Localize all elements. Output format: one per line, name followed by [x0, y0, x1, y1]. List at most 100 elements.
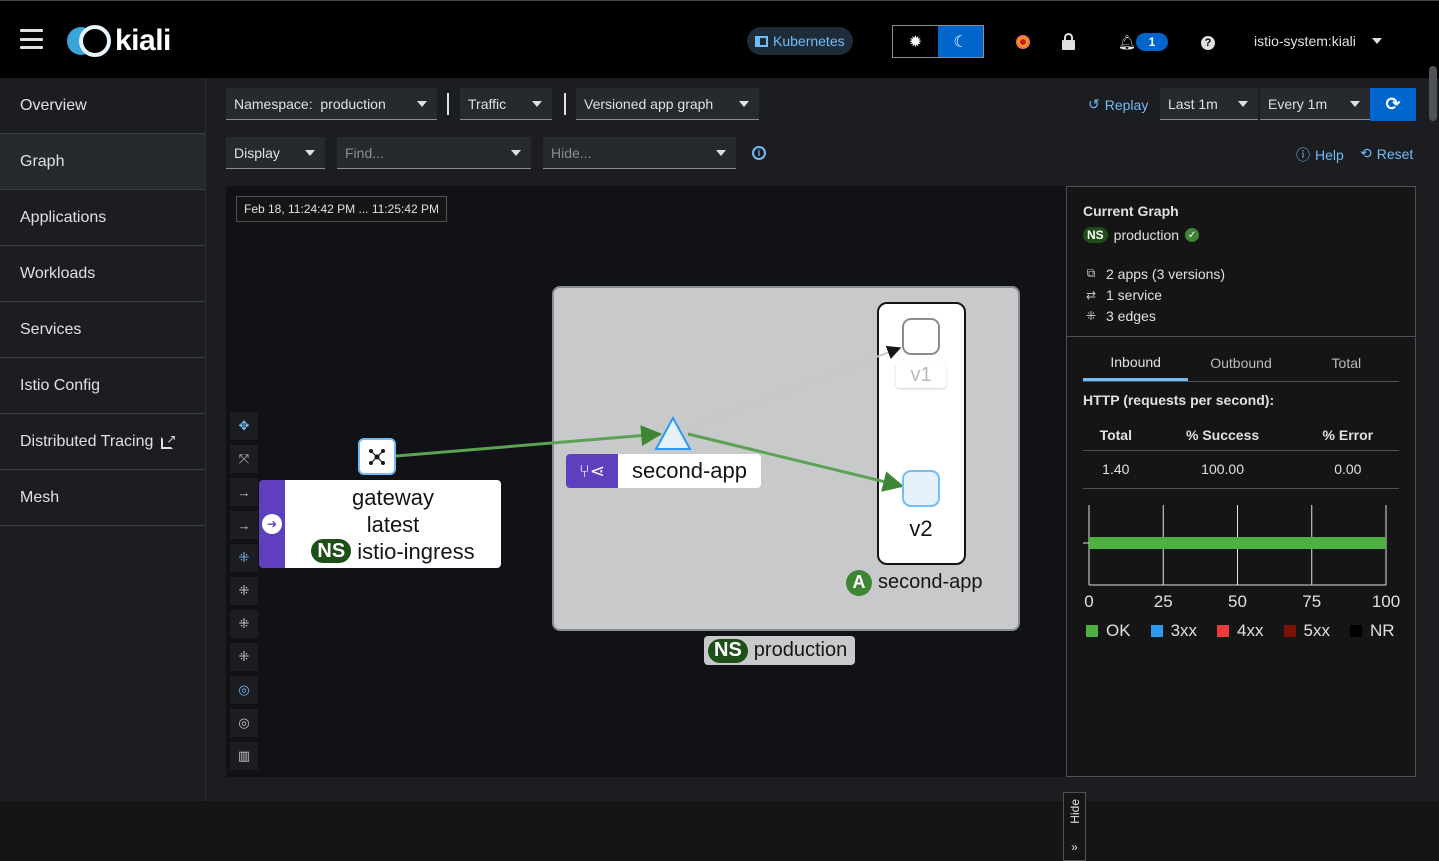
table-header: % Success — [1148, 420, 1297, 451]
kiali-logo[interactable]: kiali — [67, 24, 171, 58]
chart-tick-label: 50 — [1228, 592, 1247, 611]
traffic-select[interactable]: Traffic — [460, 88, 552, 120]
hide-panel-tab[interactable]: Hide » — [1063, 792, 1086, 861]
notification-count-badge[interactable]: 1 — [1136, 33, 1168, 51]
sidebar-item-mesh[interactable]: Mesh — [0, 470, 205, 526]
table-header: Total — [1083, 420, 1149, 451]
gateway-label: ➔ gateway latest NS istio-ingress — [259, 480, 501, 568]
sidebar-item-distributed-tracing[interactable]: Distributed Tracing ↗ — [0, 414, 205, 470]
legend-label: 4xx — [1237, 620, 1264, 640]
help-icon[interactable]: ? — [1201, 36, 1215, 50]
refresh-button[interactable]: ⟳ — [1370, 88, 1416, 121]
display-select[interactable]: Display — [226, 137, 325, 169]
layout-topology-icon[interactable]: ⁜ — [230, 610, 258, 638]
legend-label: 5xx — [1303, 620, 1330, 640]
fit-to-screen-icon[interactable]: ⤧ — [230, 445, 258, 473]
layout-arrow-icon[interactable]: → — [230, 478, 258, 506]
layout-topology-icon[interactable]: ⁜ — [230, 643, 258, 671]
gateway-namespace-name: istio-ingress — [357, 538, 475, 564]
duration-select[interactable]: Last 1m — [1160, 88, 1258, 120]
graph-type-select[interactable]: Versioned app graph — [576, 88, 759, 120]
sidebar-item-workloads[interactable]: Workloads — [0, 246, 205, 302]
service-icon: ⇄ — [1085, 287, 1097, 302]
pan-icon[interactable]: ✥ — [230, 412, 258, 440]
find-input[interactable]: Find... — [337, 137, 531, 169]
legend-swatch — [1283, 624, 1296, 637]
legend-item: 3xx — [1150, 620, 1198, 641]
toolbar-divider — [564, 93, 566, 115]
table-row: 1.40 100.00 0.00 — [1083, 450, 1399, 489]
record-icon[interactable] — [1016, 35, 1030, 49]
legend-label: 3xx — [1170, 620, 1198, 640]
services-count: 1 service — [1106, 286, 1163, 303]
kiali-logo-mark — [67, 25, 113, 57]
workload-node-v1[interactable] — [902, 318, 940, 355]
legend-item: 5xx — [1283, 620, 1330, 641]
workload-label-v1: v1 — [896, 363, 946, 388]
gateway-label-line1: gateway — [352, 484, 434, 510]
applications-icon: ⧉ — [1086, 266, 1096, 280]
theme-toggle[interactable]: ✹ ☾ — [892, 25, 984, 58]
tab-outbound[interactable]: Outbound — [1188, 345, 1293, 381]
gateway-node[interactable] — [358, 438, 396, 475]
reset-button[interactable]: ⟲ Reset — [1360, 145, 1413, 162]
bell-icon[interactable]: 🔔︎ — [1118, 34, 1136, 51]
namespace-select-value: Namespace: production — [234, 95, 386, 112]
tab-inbound[interactable]: Inbound — [1083, 345, 1189, 381]
namespace-select[interactable]: Namespace: production — [226, 88, 437, 120]
sidebar-item-label: Overview — [20, 96, 87, 114]
legend-item: OK — [1086, 621, 1131, 641]
layout-topology-icon[interactable]: ⁜ — [230, 577, 258, 605]
namespace-badge: NS — [311, 539, 352, 563]
namespace-layout-icon[interactable]: ◎ — [230, 676, 258, 704]
refresh-interval-select[interactable]: Every 1m — [1260, 88, 1370, 120]
panel-namespace-name[interactable]: production — [1114, 227, 1179, 243]
sidebar-item-services[interactable]: Services — [0, 302, 205, 358]
hide-input[interactable]: Hide... — [543, 137, 736, 169]
replay-button[interactable]: ↺ Replay — [1088, 96, 1148, 113]
traffic-select-label: Traffic — [468, 95, 507, 112]
workload-node-v2[interactable] — [902, 470, 940, 507]
sync-icon: ⟳ — [1385, 94, 1401, 114]
user-menu[interactable]: istio-system:kiali — [1254, 33, 1382, 49]
sidebar-item-istio-config[interactable]: Istio Config — [0, 358, 205, 414]
layout-topology-icon[interactable]: ⁜ — [230, 544, 258, 572]
workload-label-v2: v2 — [892, 513, 950, 545]
chevron-down-icon — [305, 149, 315, 156]
duration-value: Last 1m — [1168, 95, 1218, 112]
chevron-down-icon — [1371, 38, 1382, 44]
hide-panel-label: Hide — [1067, 799, 1082, 824]
user-name: istio-system:kiali — [1254, 33, 1356, 49]
chevron-down-icon — [739, 100, 749, 107]
sidebar-item-overview[interactable]: Overview — [0, 78, 205, 134]
graph-canvas[interactable]: Feb 18, 11:24:42 PM ... 11:25:42 PM NS p… — [226, 186, 1086, 861]
moon-icon[interactable]: ☾ — [938, 26, 983, 57]
edge-service-to-v1 — [687, 345, 902, 429]
help-button[interactable]: ⓘ Help — [1296, 145, 1344, 165]
legend-label: OK — [1106, 620, 1131, 640]
panel-divider — [1067, 336, 1415, 337]
chevron-down-icon — [511, 149, 521, 156]
page-scrollbar[interactable] — [1429, 66, 1437, 121]
legend-item: 4xx — [1217, 620, 1264, 641]
tab-total[interactable]: Total — [1294, 345, 1399, 381]
sun-icon[interactable]: ✹ — [893, 26, 938, 57]
sidebar-item-label: Distributed Tracing — [20, 432, 154, 450]
legend-map-icon[interactable]: ▥ — [230, 742, 258, 770]
hamburger-menu-icon[interactable] — [20, 29, 43, 49]
sidebar-item-applications[interactable]: Applications — [0, 190, 205, 246]
legend-swatch — [1086, 624, 1098, 637]
legend-item: NR — [1349, 621, 1395, 641]
check-circle-icon: ✓ — [1185, 228, 1200, 242]
namespace-layout-icon[interactable]: ◎ — [230, 709, 258, 737]
cluster-badge-label: Kubernetes — [773, 33, 845, 49]
main-content: Namespace: production Traffic Versioned … — [206, 78, 1439, 861]
toolbar-divider — [447, 93, 449, 115]
kiali-logo-text: kiali — [115, 24, 171, 57]
layout-arrow-icon[interactable]: → — [230, 511, 258, 539]
sidebar-item-graph[interactable]: Graph — [0, 134, 205, 190]
chart-tick-label: 75 — [1302, 592, 1321, 611]
edges-count-row: ⁜ 3 edges — [1083, 305, 1399, 326]
info-icon[interactable]: i — [752, 146, 766, 160]
lock-icon[interactable] — [1062, 33, 1075, 50]
